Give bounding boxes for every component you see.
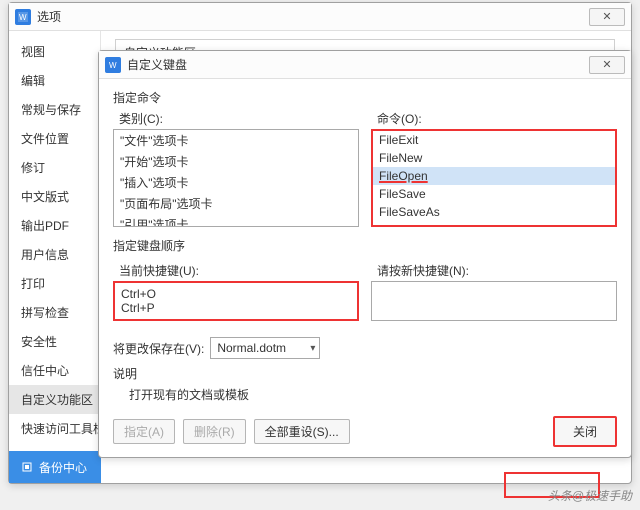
save-in-label: 将更改保存在(V):: [113, 340, 204, 357]
sidebar-item[interactable]: 用户信息: [9, 240, 100, 269]
description-text: 打开现有的文档或模板: [129, 386, 617, 403]
watermark-text: 头条@极速手助: [548, 487, 632, 504]
list-item[interactable]: "引用"选项卡: [114, 214, 358, 227]
options-title: 选项: [37, 8, 589, 25]
backup-center-button[interactable]: 备份中心: [9, 451, 101, 483]
list-item[interactable]: FileOpen: [373, 167, 615, 185]
sidebar-item[interactable]: 快速访问工具栏: [9, 414, 100, 443]
options-titlebar: W 选项 ✕: [9, 3, 631, 31]
list-item[interactable]: "插入"选项卡: [114, 172, 358, 193]
sidebar-item[interactable]: 信任中心: [9, 356, 100, 385]
list-item[interactable]: FileSave: [373, 185, 615, 203]
close-button[interactable]: 关闭: [553, 416, 617, 447]
app-icon: W: [15, 9, 31, 25]
sidebar-item[interactable]: 编辑: [9, 66, 100, 95]
shortcut-key[interactable]: Ctrl+O: [121, 287, 351, 301]
description-label: 说明: [113, 365, 617, 382]
sidebar-item[interactable]: 常规与保存: [9, 95, 100, 124]
sidebar-item[interactable]: 安全性: [9, 327, 100, 356]
customize-keyboard-dialog: W 自定义键盘 ✕ 指定命令 类别(C): "文件"选项卡"开始"选项卡"插入"…: [98, 50, 632, 458]
list-item[interactable]: "开始"选项卡: [114, 151, 358, 172]
options-sidebar: 视图编辑常规与保存文件位置修订中文版式输出PDF用户信息打印拼写检查安全性信任中…: [9, 31, 101, 483]
new-shortcut-input[interactable]: [371, 281, 617, 321]
category-listbox[interactable]: "文件"选项卡"开始"选项卡"插入"选项卡"页面布局"选项卡"引用"选项卡"审阅…: [113, 129, 359, 227]
sidebar-item[interactable]: 输出PDF: [9, 211, 100, 240]
backup-icon: [21, 461, 33, 473]
list-item[interactable]: FileSaveWord11: [373, 221, 615, 227]
command-label: 命令(O):: [377, 110, 617, 127]
close-icon[interactable]: ✕: [589, 56, 625, 74]
sidebar-item[interactable]: 修订: [9, 153, 100, 182]
new-key-label: 请按新快捷键(N):: [377, 262, 617, 279]
list-item[interactable]: "文件"选项卡: [114, 130, 358, 151]
sidebar-item[interactable]: 视图: [9, 37, 100, 66]
sidebar-item[interactable]: 中文版式: [9, 182, 100, 211]
sidebar-item[interactable]: 拼写检查: [9, 298, 100, 327]
list-item[interactable]: FileNew: [373, 149, 615, 167]
keyboard-sequence-label: 指定键盘顺序: [113, 237, 617, 254]
save-in-combo[interactable]: Normal.dotm: [210, 337, 320, 359]
list-item[interactable]: "页面布局"选项卡: [114, 193, 358, 214]
specify-command-label: 指定命令: [113, 89, 617, 106]
list-item[interactable]: FileSaveAs: [373, 203, 615, 221]
shortcut-key[interactable]: Ctrl+P: [121, 301, 351, 315]
list-item[interactable]: FileExit: [373, 131, 615, 149]
app-icon: W: [105, 57, 121, 73]
current-keys-box[interactable]: Ctrl+OCtrl+P: [113, 281, 359, 321]
assign-button[interactable]: 指定(A): [113, 419, 175, 444]
current-keys-label: 当前快捷键(U):: [119, 262, 359, 279]
sidebar-item[interactable]: 打印: [9, 269, 100, 298]
category-label: 类别(C):: [119, 110, 359, 127]
svg-text:W: W: [109, 61, 117, 70]
remove-button[interactable]: 删除(R): [183, 419, 246, 444]
keyboard-title: 自定义键盘: [127, 56, 589, 73]
keyboard-titlebar: W 自定义键盘 ✕: [99, 51, 631, 79]
sidebar-item[interactable]: 自定义功能区: [9, 385, 100, 414]
reset-all-button[interactable]: 全部重设(S)...: [254, 419, 350, 444]
command-listbox[interactable]: FileExitFileNewFileOpenFileSaveFileSaveA…: [371, 129, 617, 227]
close-icon[interactable]: ✕: [589, 8, 625, 26]
svg-text:W: W: [19, 13, 27, 22]
sidebar-item[interactable]: 文件位置: [9, 124, 100, 153]
